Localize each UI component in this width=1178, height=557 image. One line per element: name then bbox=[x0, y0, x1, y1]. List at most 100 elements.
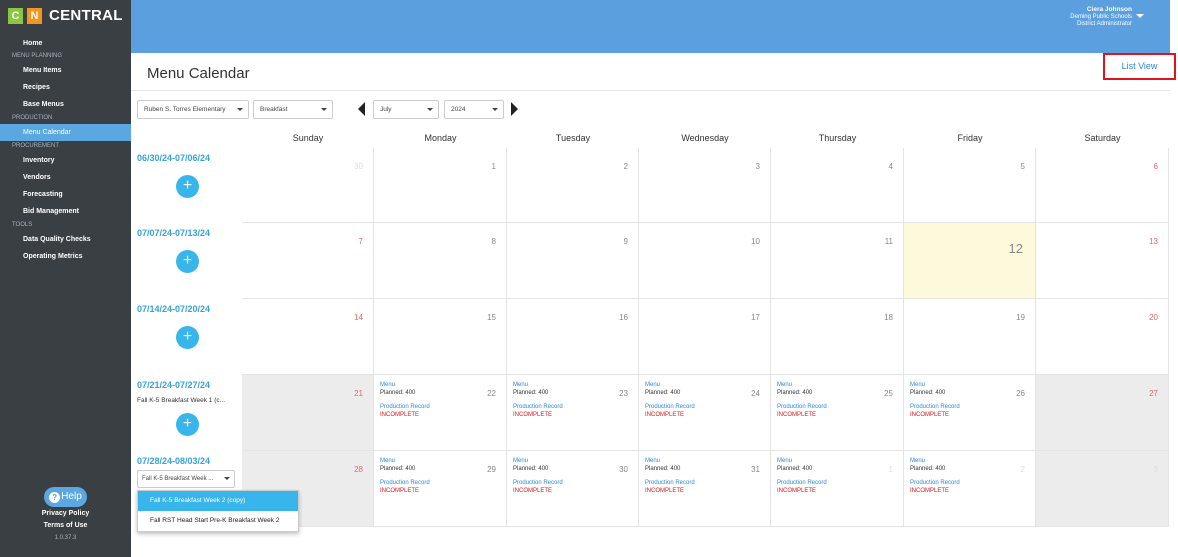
menu-link[interactable]: Menu bbox=[645, 381, 695, 389]
day-number: 18 bbox=[884, 313, 893, 322]
calendar-day-cell[interactable]: 12 bbox=[904, 223, 1036, 299]
sidebar-item-menu-calendar[interactable]: Menu Calendar bbox=[0, 124, 131, 141]
sidebar-item-base-menus[interactable]: Base Menus bbox=[0, 96, 131, 113]
menu-link[interactable]: Menu bbox=[513, 381, 563, 389]
add-menu-button[interactable]: + bbox=[176, 175, 199, 198]
meal-select[interactable]: Breakfast bbox=[253, 100, 333, 119]
sidebar-item-operating-metrics[interactable]: Operating Metrics bbox=[0, 248, 131, 265]
calendar-day-cell[interactable]: 16 bbox=[507, 299, 639, 375]
dropdown-option[interactable]: Fall RST Head Start Pre-K Breakfast Week… bbox=[138, 511, 298, 531]
terms-of-use-link[interactable]: Terms of Use bbox=[0, 522, 131, 529]
production-record-link[interactable]: Production Record bbox=[910, 479, 960, 487]
user-menu[interactable]: Ciera Johnson Deming Public Schools Dist… bbox=[1070, 6, 1132, 28]
week-range-label[interactable]: 07/07/24-07/13/24 bbox=[137, 228, 210, 238]
calendar-day-cell[interactable]: 13 bbox=[1036, 223, 1169, 299]
production-record-link[interactable]: Production Record bbox=[513, 403, 563, 411]
calendar-day-cell[interactable]: 20 bbox=[1036, 299, 1169, 375]
week-menu-dropdown: Fall K-5 Breakfast Week 2 (copy) Fall RS… bbox=[137, 490, 299, 532]
calendar-day-cell[interactable]: 2 Menu Planned: 400 Production Record INCOMP… bbox=[904, 451, 1036, 527]
calendar-day-cell[interactable]: 17 bbox=[639, 299, 771, 375]
calendar-day-cell[interactable]: 14 bbox=[242, 299, 374, 375]
sidebar-item-bid-management[interactable]: Bid Management bbox=[0, 203, 131, 220]
chevron-down-icon bbox=[321, 108, 327, 111]
sidebar-item-vendors[interactable]: Vendors bbox=[0, 169, 131, 186]
sidebar-item-forecasting[interactable]: Forecasting bbox=[0, 186, 131, 203]
calendar-day-cell[interactable]: 29 Menu Planned: 400 Production Record INCOM… bbox=[374, 451, 507, 527]
prev-month-arrow-icon[interactable] bbox=[358, 102, 365, 116]
day-number: 26 bbox=[1016, 389, 1025, 398]
menu-link[interactable]: Menu bbox=[645, 457, 695, 465]
list-view-button[interactable]: List View bbox=[1103, 53, 1176, 80]
menu-link[interactable]: Menu bbox=[380, 381, 430, 389]
production-record-link[interactable]: Production Record bbox=[910, 403, 960, 411]
calendar-day-cell[interactable]: 23 Menu Planned: 400 Production Record INCOM… bbox=[507, 375, 639, 451]
calendar-day-cell[interactable]: 15 bbox=[374, 299, 507, 375]
chevron-down-icon[interactable] bbox=[1136, 14, 1144, 18]
calendar-day-cell[interactable]: 3 bbox=[639, 148, 771, 223]
calendar-day-cell[interactable]: 10 bbox=[639, 223, 771, 299]
menu-link[interactable]: Menu bbox=[777, 457, 827, 465]
week-range-label[interactable]: 06/30/24-07/06/24 bbox=[137, 153, 210, 163]
add-menu-button[interactable]: + bbox=[176, 250, 199, 273]
calendar-day-cell[interactable]: 1 bbox=[374, 148, 507, 223]
calendar-day-cell[interactable]: 25 Menu Planned: 400 Production Record INCOM… bbox=[771, 375, 904, 451]
calendar-day-cell[interactable]: 26 Menu Planned: 400 Production Record INCOM… bbox=[904, 375, 1036, 451]
day-menu-info: Menu Planned: 400 Production Record INCOMPL… bbox=[513, 381, 563, 419]
calendar-day-cell[interactable]: 24 Menu Planned: 400 Production Record INCOM… bbox=[639, 375, 771, 451]
day-menu-info: Menu Planned: 400 Production Record INCOMPL… bbox=[910, 457, 960, 495]
month-select[interactable]: July bbox=[373, 100, 439, 119]
production-record-link[interactable]: Production Record bbox=[645, 479, 695, 487]
production-record-link[interactable]: Production Record bbox=[380, 479, 430, 487]
dropdown-option[interactable]: Fall K-5 Breakfast Week 2 (copy) bbox=[138, 491, 298, 511]
week-range-label[interactable]: 07/14/24-07/20/24 bbox=[137, 304, 210, 314]
day-number: 19 bbox=[1016, 313, 1025, 322]
week-menu-select[interactable]: Fall K-5 Breakfast Week ... bbox=[137, 470, 235, 488]
calendar-day-cell[interactable]: 7 bbox=[242, 223, 374, 299]
week-range-label[interactable]: 07/28/24-08/03/24 bbox=[137, 456, 210, 466]
calendar-day-cell[interactable]: 30 Menu Planned: 400 Production Record INCOM… bbox=[507, 451, 639, 527]
add-menu-button[interactable]: + bbox=[176, 413, 199, 436]
calendar-day-cell[interactable]: 11 bbox=[771, 223, 904, 299]
privacy-policy-link[interactable]: Privacy Policy bbox=[0, 510, 131, 517]
sidebar-item-menu-items[interactable]: Menu Items bbox=[0, 62, 131, 79]
calendar-day-cell[interactable]: 18 bbox=[771, 299, 904, 375]
menu-link[interactable]: Menu bbox=[777, 381, 827, 389]
calendar-day-cell[interactable]: 5 bbox=[904, 148, 1036, 223]
year-select[interactable]: 2024 bbox=[444, 100, 504, 119]
menu-link[interactable]: Menu bbox=[380, 457, 430, 465]
calendar-day-cell[interactable]: 19 bbox=[904, 299, 1036, 375]
calendar-day-cell[interactable]: 22 Menu Planned: 400 Production Record INCOM… bbox=[374, 375, 507, 451]
calendar-day-cell[interactable]: 8 bbox=[374, 223, 507, 299]
calendar-day-cell[interactable]: 31 Menu Planned: 400 Production Record INCOM… bbox=[639, 451, 771, 527]
calendar-day-cell[interactable]: 3 bbox=[1036, 451, 1169, 527]
day-number: 4 bbox=[888, 162, 893, 171]
calendar-day-cell[interactable]: 27 bbox=[1036, 375, 1169, 451]
day-number: 22 bbox=[487, 389, 496, 398]
calendar-day-cell[interactable]: 30 bbox=[242, 148, 374, 223]
production-record-link[interactable]: Production Record bbox=[645, 403, 695, 411]
school-select[interactable]: Ruben S. Torres Elementary bbox=[137, 100, 249, 119]
production-record-link[interactable]: Production Record bbox=[513, 479, 563, 487]
calendar-day-cell[interactable]: 2 bbox=[507, 148, 639, 223]
next-month-arrow-icon[interactable] bbox=[511, 102, 518, 116]
week-range-label[interactable]: 07/21/24-07/27/24 bbox=[137, 380, 210, 390]
sidebar-item-recipes[interactable]: Recipes bbox=[0, 79, 131, 96]
production-record-link[interactable]: Production Record bbox=[777, 479, 827, 487]
calendar-day-cell[interactable]: 6 bbox=[1036, 148, 1169, 223]
calendar-day-cell[interactable]: 4 bbox=[771, 148, 904, 223]
app-logo[interactable]: C N CENTRAL bbox=[8, 7, 123, 24]
sidebar-item-inventory[interactable]: Inventory bbox=[0, 152, 131, 169]
menu-link[interactable]: Menu bbox=[910, 457, 960, 465]
add-menu-button[interactable]: + bbox=[176, 326, 199, 349]
sidebar-item-data-quality-checks[interactable]: Data Quality Checks bbox=[0, 231, 131, 248]
production-record-link[interactable]: Production Record bbox=[380, 403, 430, 411]
calendar-day-cell[interactable]: 9 bbox=[507, 223, 639, 299]
calendar-day-cell[interactable]: 21 bbox=[242, 375, 374, 451]
calendar-day-cell[interactable]: 1 Menu Planned: 400 Production Record INCOMP… bbox=[771, 451, 904, 527]
production-record-link[interactable]: Production Record bbox=[777, 403, 827, 411]
menu-link[interactable]: Menu bbox=[910, 381, 960, 389]
help-button[interactable]: ? Help bbox=[44, 487, 87, 507]
day-number: 27 bbox=[1149, 389, 1158, 398]
menu-link[interactable]: Menu bbox=[513, 457, 563, 465]
sidebar-item-home[interactable]: Home bbox=[0, 37, 131, 51]
